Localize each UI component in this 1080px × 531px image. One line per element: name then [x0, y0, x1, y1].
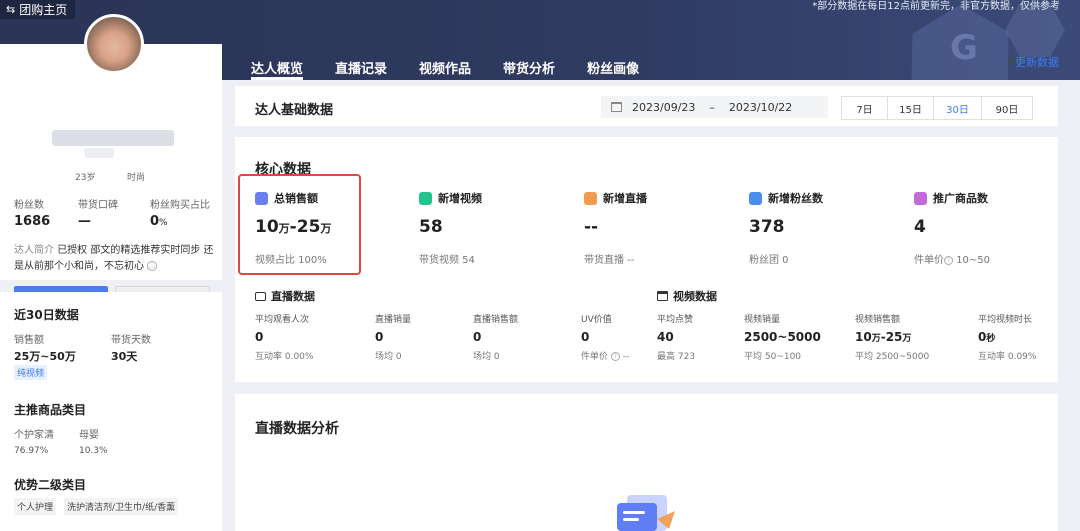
card-value: --: [584, 217, 599, 237]
recent-30-days-panel: 近30日数据 销售额 带货天数 25万~50万 30天 纯视频 主推商品类目 个…: [0, 292, 222, 531]
sales-label: 销售额: [14, 335, 44, 346]
period-90d[interactable]: 90日: [982, 97, 1032, 119]
date-range-picker[interactable]: 2023/09/23 – 2023/10/22: [601, 96, 828, 118]
help-icon[interactable]: ?: [944, 255, 953, 265]
card-label: 推广商品数: [933, 192, 988, 205]
goods-icon: [914, 191, 927, 205]
update-note: *部分数据在每日12点前更新完，非官方数据，仅供参考: [812, 1, 1060, 12]
card-value: 4: [914, 217, 926, 237]
period-30d[interactable]: 30日: [934, 97, 982, 119]
highlight-box: [238, 174, 361, 275]
calendar-icon: [611, 102, 622, 112]
blurred-name: [52, 130, 174, 146]
card-value: 58: [419, 217, 443, 237]
category-pct: 76.97%: [14, 446, 49, 456]
blurred-handle: [84, 148, 114, 158]
help-icon[interactable]: ?: [610, 352, 620, 361]
promoted-goods-card: 推广商品数 4 件单价? 10~50: [914, 191, 990, 266]
card-sub: 带货直播 --: [584, 255, 635, 266]
empty-state-illustration: [617, 495, 675, 531]
reputation-label: 带货口碑: [78, 200, 118, 211]
profile-card: 23岁 时尚 粉丝数 带货口碑 粉丝购买占比 1686 — 0% 达人简介 已授…: [0, 44, 222, 308]
date-end: 2023/10/22: [728, 100, 793, 114]
live-analysis-panel: 直播数据分析: [235, 394, 1058, 531]
sub-category-tag: 个人护理: [14, 498, 57, 515]
card-value: 378: [749, 217, 785, 237]
video-data-header: 视频数据: [657, 288, 717, 304]
tab-sales-analysis[interactable]: 带货分析: [503, 58, 555, 80]
card-label: 新增直播: [603, 192, 647, 205]
card-label: 新增视频: [438, 192, 482, 205]
category-name: 母婴: [79, 430, 99, 441]
date-start: 2023/09/23: [632, 100, 696, 114]
new-live-card: 新增直播 -- 带货直播 --: [584, 191, 647, 266]
fans-count-label: 粉丝数: [14, 200, 44, 211]
reputation-value: —: [78, 214, 91, 229]
live-data-header: 直播数据: [255, 288, 315, 304]
sales-value: 25万~50万: [14, 350, 76, 363]
video-metric: 平均点赞 40 最高 723: [657, 315, 696, 362]
new-videos-card: 新增视频 58 带货视频 54: [419, 191, 482, 266]
category-name: 个护家清: [14, 430, 54, 441]
tab-fans-profile[interactable]: 粉丝画像: [587, 58, 639, 80]
decor-letter: G: [950, 28, 978, 68]
swap-icon: ⇆: [6, 3, 16, 16]
live-metric: 直播销量 0 场均 0: [375, 315, 412, 362]
fans-buy-ratio-value: 0%: [150, 214, 168, 229]
new-fans-card: 新增粉丝数 378 粉丝团 0: [749, 191, 823, 266]
back-home-button[interactable]: ⇆ 团购主页: [0, 0, 76, 19]
main-category-title: 主推商品类目: [14, 403, 87, 417]
video-metric: 视频销售额 10万-25万 平均 2500~5000: [855, 315, 930, 362]
more-icon[interactable]: …: [147, 261, 158, 271]
video-metric: 视频销量 2500~5000 平均 50~100: [744, 315, 821, 362]
fans-count-value: 1686: [14, 214, 51, 229]
live-icon: [584, 191, 597, 205]
video-only-tag: 纯视频: [14, 365, 48, 380]
video-icon: [419, 191, 432, 205]
tab-videos[interactable]: 视频作品: [419, 58, 471, 80]
period-15d[interactable]: 15日: [888, 97, 934, 119]
avatar: [84, 14, 144, 74]
card-sub: 粉丝团 0: [749, 255, 789, 266]
profile-age: 23岁: [75, 173, 96, 183]
date-separator: –: [709, 100, 715, 114]
period-selector: 7日 15日 30日 90日: [841, 96, 1033, 120]
live-metric: UV价值 0 件单价 ? --: [581, 315, 630, 362]
fans-icon: [749, 191, 762, 205]
sub-category-tag: 洗护清洁剂/卫生巾/纸/香薰: [64, 498, 179, 515]
category-pct: 10.3%: [79, 446, 108, 456]
card-sub: 带货视频 54: [419, 255, 475, 266]
fans-buy-ratio-label: 粉丝购买占比: [150, 200, 210, 211]
basic-data-title: 达人基础数据: [255, 103, 334, 118]
back-home-label: 团购主页: [19, 3, 68, 17]
period-7d[interactable]: 7日: [842, 97, 888, 119]
tab-live-records[interactable]: 直播记录: [335, 58, 387, 80]
profile-category: 时尚: [127, 173, 146, 183]
days-value: 30天: [111, 350, 138, 363]
card-label: 新增粉丝数: [768, 192, 823, 205]
profile-intro: 达人简介 已授权 邵文的精选推荐实时同步 还是从前那个小和尚，不忘初心 …: [14, 243, 216, 275]
video-calendar-icon: [657, 291, 668, 301]
card-sub: 件单价? 10~50: [914, 255, 991, 266]
live-camera-icon: [255, 291, 266, 301]
live-analysis-title: 直播数据分析: [255, 421, 339, 437]
main-tabs: 达人概览 直播记录 视频作品 带货分析 粉丝画像: [251, 58, 639, 80]
recent-30-title: 近30日数据: [14, 308, 79, 322]
intro-label: 达人简介: [14, 245, 54, 256]
sub-category-title: 优势二级类目: [14, 478, 87, 492]
refresh-data-link[interactable]: 更新数据: [1015, 54, 1059, 70]
live-metric: 平均观看人次 0 互动率 0.00%: [255, 315, 314, 362]
video-metric: 平均视频时长 0秒 互动率 0.09%: [978, 315, 1037, 362]
live-metric: 直播销售额 0 场均 0: [473, 315, 519, 362]
basic-data-panel: 达人基础数据 2023/09/23 – 2023/10/22 7日 15日 30…: [235, 86, 1058, 126]
days-label: 带货天数: [111, 335, 151, 346]
tab-overview[interactable]: 达人概览: [251, 58, 304, 80]
